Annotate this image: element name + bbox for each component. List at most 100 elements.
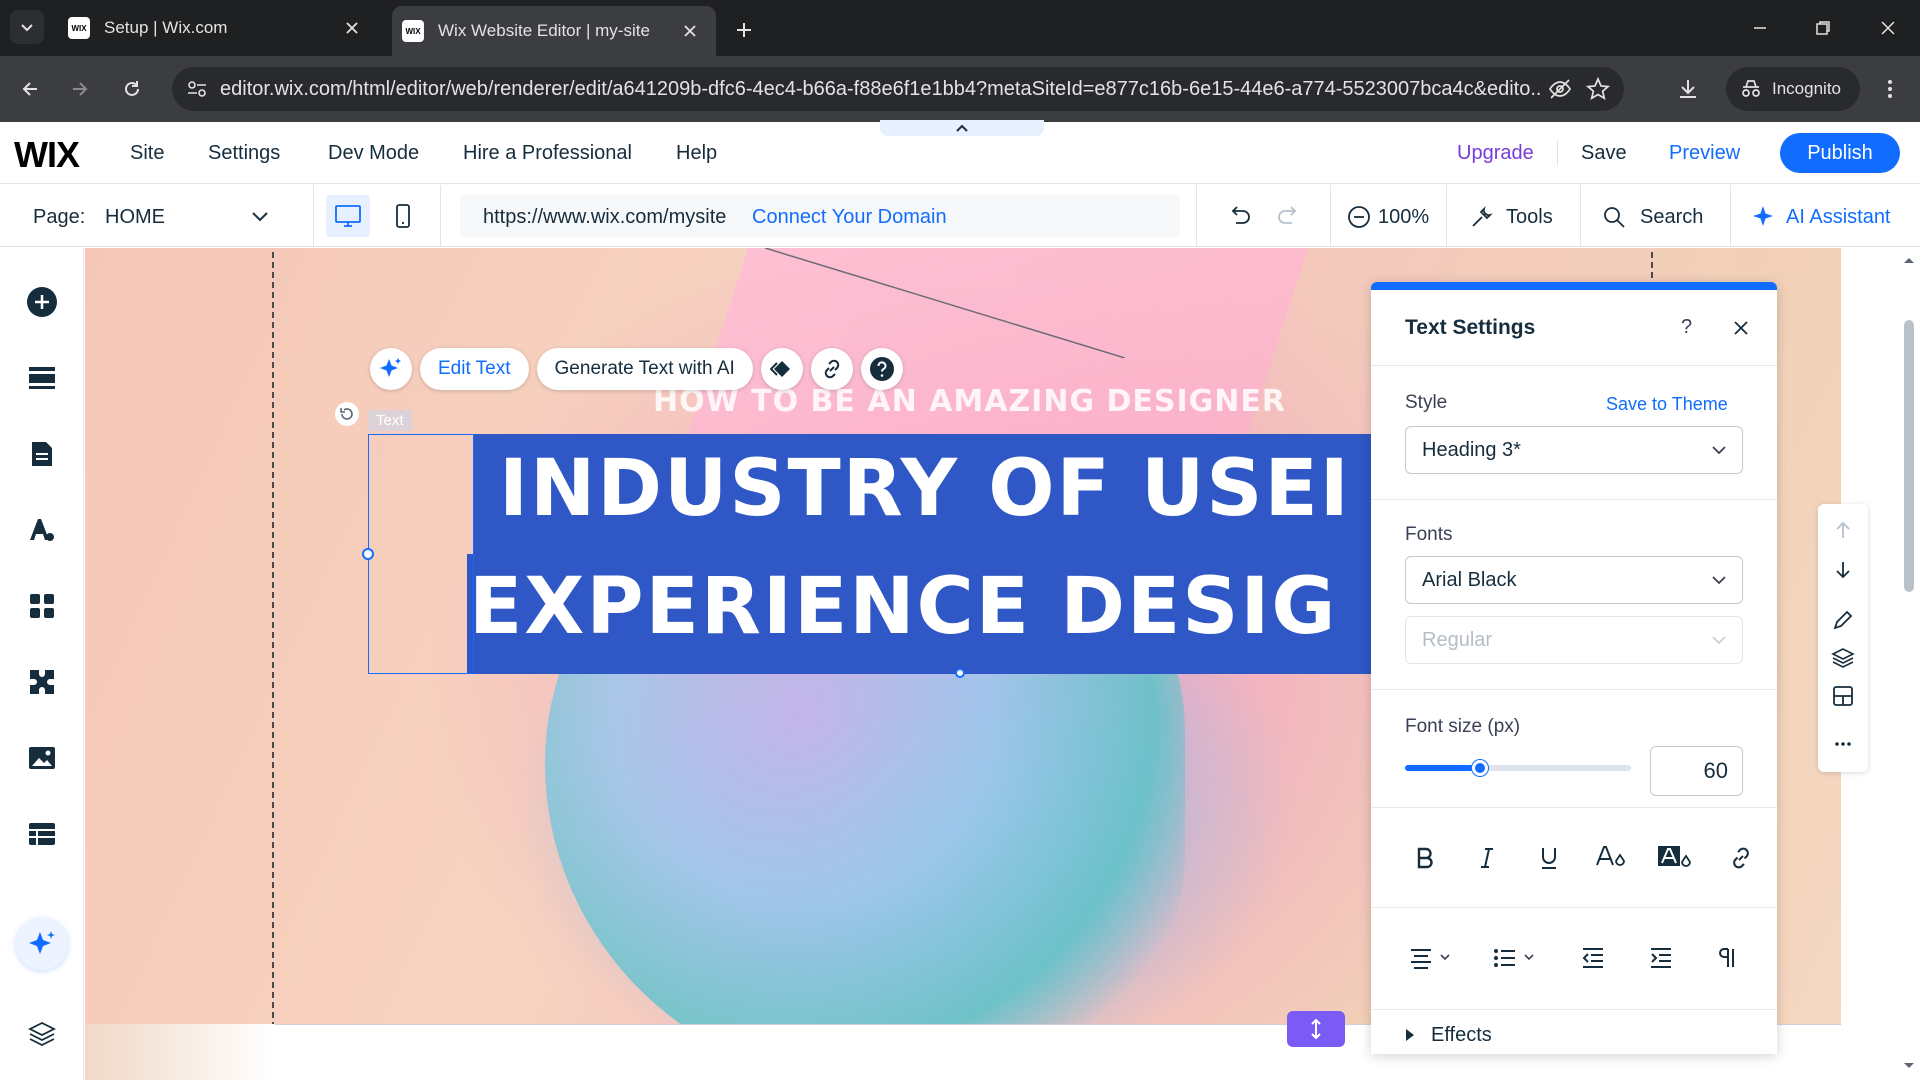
rotate-handle[interactable]	[335, 402, 359, 426]
search-button[interactable]: Search	[1640, 206, 1703, 229]
bold-button[interactable]	[1405, 838, 1445, 878]
more-actions-button[interactable]	[1829, 730, 1857, 758]
save-to-theme-link[interactable]: Save to Theme	[1606, 394, 1728, 415]
font-family-dropdown[interactable]: Arial Black	[1405, 556, 1743, 604]
ai-text-button[interactable]	[370, 348, 412, 390]
link-button[interactable]	[810, 348, 853, 390]
move-down-button[interactable]	[1829, 556, 1857, 584]
headline-line-2[interactable]: EXPERIENCE DESIG	[469, 562, 1337, 652]
close-tab-button[interactable]	[340, 16, 364, 40]
undo-icon[interactable]	[1228, 205, 1252, 227]
scroll-up-icon[interactable]	[1903, 256, 1915, 264]
desktop-view-button[interactable]	[326, 195, 370, 237]
edit-text-button[interactable]: Edit Text	[420, 348, 529, 390]
underline-button[interactable]	[1529, 838, 1569, 878]
layout-button[interactable]	[1829, 682, 1857, 710]
menu-help[interactable]: Help	[676, 142, 717, 165]
resize-handle[interactable]	[955, 668, 965, 678]
panel-help-button[interactable]: ?	[1681, 316, 1692, 339]
cms-button[interactable]	[22, 814, 62, 854]
redo-icon[interactable]	[1276, 205, 1300, 227]
style-dropdown[interactable]: Heading 3*	[1405, 426, 1743, 474]
reload-button[interactable]	[114, 71, 150, 107]
upgrade-link[interactable]: Upgrade	[1457, 142, 1534, 165]
headline-line-1[interactable]: INDUSTRY OF USEI	[499, 444, 1351, 534]
effects-label: Effects	[1431, 1024, 1492, 1046]
effects-section[interactable]: Effects	[1371, 1010, 1777, 1054]
incognito-label: Incognito	[1772, 79, 1841, 98]
ai-tools-button[interactable]	[16, 918, 68, 970]
menu-site[interactable]: Site	[130, 142, 164, 165]
help-button[interactable]	[860, 348, 903, 390]
font-weight-dropdown[interactable]: Regular	[1405, 616, 1743, 664]
scroll-down-icon[interactable]	[1903, 1062, 1915, 1070]
text-link-button[interactable]	[1721, 838, 1761, 878]
list-dropdown[interactable]	[1489, 938, 1543, 978]
mobile-view-button[interactable]	[386, 195, 420, 237]
layers-button[interactable]	[22, 1014, 62, 1054]
business-tools-button[interactable]	[22, 662, 62, 702]
highlight-color-button[interactable]	[1655, 838, 1695, 878]
wix-logo[interactable]: WIX	[14, 134, 80, 176]
tab-search-button[interactable]	[10, 10, 44, 44]
slider-knob[interactable]	[1472, 760, 1488, 776]
design-button[interactable]	[1829, 606, 1857, 634]
font-size-slider[interactable]	[1405, 760, 1631, 776]
canvas-scrollbar[interactable]	[1898, 248, 1920, 1080]
left-tool-rail	[0, 248, 84, 1080]
move-up-button[interactable]	[1829, 516, 1857, 544]
minimize-button[interactable]	[1740, 10, 1780, 46]
text-color-button[interactable]	[1591, 838, 1631, 878]
ai-assistant-button[interactable]: AI Assistant	[1786, 206, 1891, 229]
zoom-out-icon[interactable]	[1347, 205, 1371, 229]
animation-button[interactable]	[760, 348, 803, 390]
close-icon[interactable]	[1733, 320, 1749, 336]
star-icon[interactable]	[1586, 77, 1610, 101]
menu-dev-mode[interactable]: Dev Mode	[328, 142, 419, 165]
menu-hire-professional[interactable]: Hire a Professional	[463, 142, 632, 165]
back-button[interactable]	[12, 71, 48, 107]
increase-indent-button[interactable]	[1641, 938, 1681, 978]
font-size-input[interactable]: 60	[1650, 746, 1743, 796]
eye-off-icon[interactable]	[1548, 78, 1572, 100]
collapse-top-bar-button[interactable]	[880, 120, 1044, 136]
tools-button[interactable]: Tools	[1506, 206, 1553, 229]
section-stretch-handle[interactable]	[1287, 1011, 1345, 1047]
decrease-indent-button[interactable]	[1573, 938, 1613, 978]
arrange-button[interactable]	[1829, 644, 1857, 672]
pages-menu-button[interactable]	[22, 434, 62, 474]
chevron-down-icon[interactable]	[252, 212, 268, 222]
add-elements-button[interactable]	[22, 282, 62, 322]
tab-setup[interactable]: WIX Setup | Wix.com	[58, 8, 378, 48]
new-tab-button[interactable]	[728, 14, 760, 46]
wix-page-bar: Page: HOME https://www.wix.com/mysite Co…	[0, 185, 1920, 247]
preview-button[interactable]: Preview	[1669, 142, 1740, 165]
text-direction-button[interactable]	[1707, 938, 1747, 978]
publish-button[interactable]: Publish	[1780, 133, 1900, 173]
page-select-value[interactable]: HOME	[105, 206, 165, 229]
restore-button[interactable]	[1803, 10, 1843, 46]
add-apps-button[interactable]	[22, 586, 62, 626]
site-design-button[interactable]	[22, 510, 62, 550]
italic-button[interactable]	[1467, 838, 1507, 878]
address-bar[interactable]: editor.wix.com/html/editor/web/renderer/…	[172, 67, 1624, 111]
generate-text-ai-button[interactable]: Generate Text with AI	[536, 348, 753, 390]
alignment-dropdown[interactable]	[1405, 938, 1459, 978]
add-section-button[interactable]	[22, 358, 62, 398]
resize-handle[interactable]	[362, 548, 374, 560]
close-window-button[interactable]	[1868, 10, 1908, 46]
zoom-level[interactable]: 100%	[1378, 206, 1429, 229]
outdent-icon	[1582, 948, 1603, 968]
incognito-indicator[interactable]: Incognito	[1726, 67, 1860, 111]
close-tab-button[interactable]	[678, 19, 702, 43]
menu-settings[interactable]: Settings	[208, 142, 280, 165]
connect-domain-link[interactable]: Connect Your Domain	[752, 206, 947, 229]
download-button[interactable]	[1670, 71, 1706, 107]
scrollbar-thumb[interactable]	[1904, 320, 1914, 592]
forward-button[interactable]	[62, 71, 98, 107]
decorative-line	[765, 248, 1125, 358]
save-button[interactable]: Save	[1581, 142, 1627, 165]
media-button[interactable]	[22, 738, 62, 778]
browser-menu-button[interactable]	[1872, 71, 1908, 107]
tab-wix-editor[interactable]: WIX Wix Website Editor | my-site	[392, 6, 716, 56]
